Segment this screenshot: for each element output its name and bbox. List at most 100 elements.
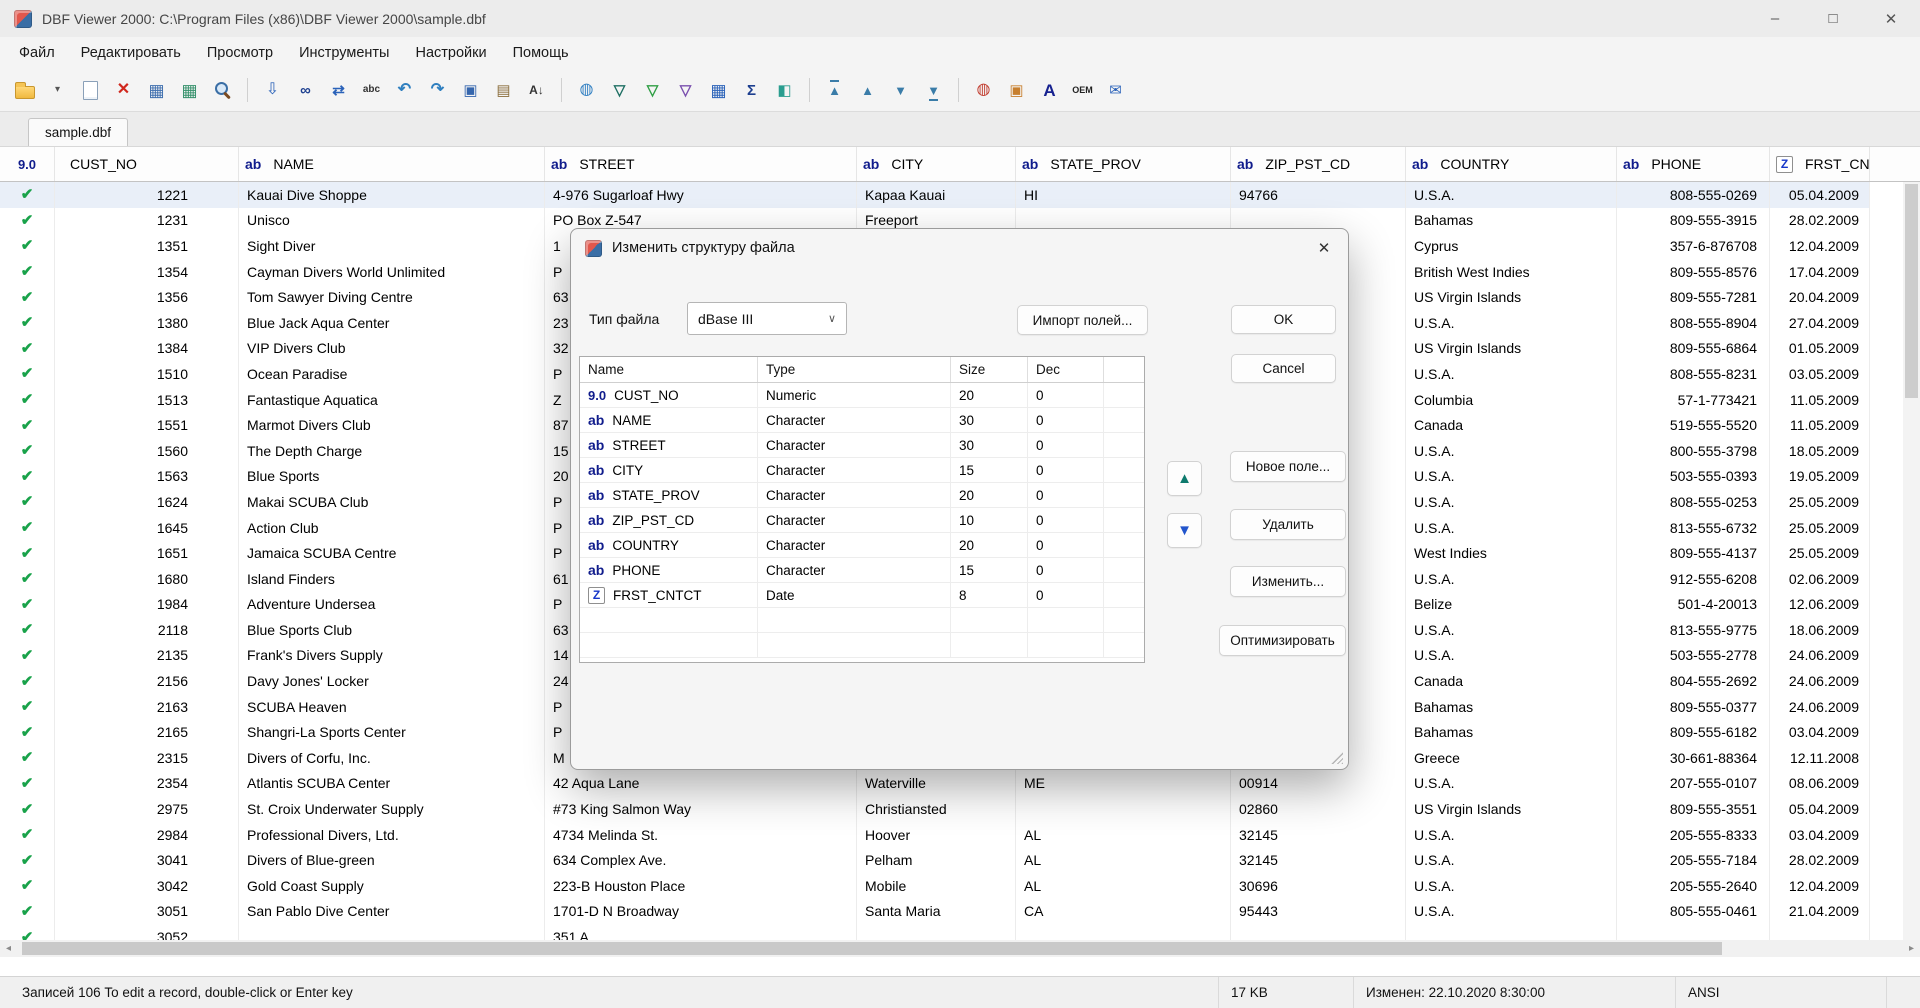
column-header-city[interactable]: abCITY bbox=[857, 147, 1016, 181]
ok-button[interactable]: OK bbox=[1231, 305, 1336, 334]
scroll-right-arrow-icon[interactable]: ▸ bbox=[1903, 940, 1920, 957]
optimize-button[interactable]: Оптимизировать bbox=[1219, 625, 1346, 656]
table-row-2975[interactable]: ✔2975St. Croix Underwater Supply#73 King… bbox=[0, 796, 1870, 822]
menu-tools[interactable]: Инструменты bbox=[286, 37, 402, 69]
move-field-up-button[interactable]: ▲ bbox=[1167, 461, 1202, 496]
open-dropdown-button[interactable]: ▾ bbox=[41, 74, 74, 106]
column-header-zip_pst_cd[interactable]: abZIP_PST_CD bbox=[1231, 147, 1406, 181]
field-row-phone[interactable]: abPHONECharacter150 bbox=[580, 558, 1144, 583]
next-record-button[interactable]: ▼ bbox=[884, 74, 917, 106]
tab-sample-dbf[interactable]: sample.dbf bbox=[28, 118, 128, 146]
field-size-cell: 8 bbox=[951, 583, 1028, 607]
table-row-2354[interactable]: ✔2354Atlantis SCUBA Center42 Aqua LaneWa… bbox=[0, 771, 1870, 797]
menu-help[interactable]: Помощь bbox=[500, 37, 582, 69]
field-row-street[interactable]: abSTREETCharacter300 bbox=[580, 433, 1144, 458]
table-row-3041[interactable]: ✔3041Divers of Blue-green634 Complex Ave… bbox=[0, 847, 1870, 873]
table-row-1221[interactable]: ✔1221Kauai Dive Shoppe4-976 Sugarloaf Hw… bbox=[0, 182, 1870, 208]
field-row-country[interactable]: abCOUNTRYCharacter200 bbox=[580, 533, 1144, 558]
column-header-marker[interactable]: 9.0 bbox=[0, 147, 55, 181]
cancel-button[interactable]: Cancel bbox=[1231, 354, 1336, 383]
new-file-button[interactable] bbox=[74, 74, 107, 106]
menu-settings[interactable]: Настройки bbox=[402, 37, 499, 69]
copy-structure-button[interactable]: ▣ bbox=[1000, 74, 1033, 106]
send-mail-button[interactable]: ✉ bbox=[1099, 74, 1132, 106]
scroll-left-arrow-icon[interactable]: ◂ bbox=[0, 940, 17, 957]
table-row-3042[interactable]: ✔3042Gold Coast Supply223-B Houston Plac… bbox=[0, 873, 1870, 899]
cell-state_prov: AL bbox=[1016, 873, 1231, 899]
field-row-frst_cntct[interactable]: ZFRST_CNTCTDate80 bbox=[580, 583, 1144, 608]
zap-table-button[interactable]: ▦ bbox=[173, 74, 206, 106]
delete-button[interactable]: ✕ bbox=[107, 74, 140, 106]
grid-header: 9.0CUST_NOabNAMEabSTREETabCITYabSTATE_PR… bbox=[0, 146, 1920, 182]
export-web-button[interactable]: ◍ bbox=[967, 74, 1000, 106]
find-button[interactable]: ∞ bbox=[289, 74, 322, 106]
fields-column-header-name[interactable]: Name bbox=[580, 357, 758, 382]
cell-phone: 808-555-8231 bbox=[1617, 361, 1770, 387]
globe-button[interactable]: ◍ bbox=[570, 74, 603, 106]
first-record-button[interactable]: ▲ bbox=[818, 74, 851, 106]
menu-file[interactable]: Файл bbox=[6, 37, 68, 69]
filter-icon: ▽ bbox=[614, 83, 626, 98]
menu-edit[interactable]: Редактировать bbox=[68, 37, 194, 69]
move-field-down-button[interactable]: ▼ bbox=[1167, 513, 1202, 548]
sort-button[interactable]: A↓ bbox=[520, 74, 553, 106]
column-header-phone[interactable]: abPHONE bbox=[1617, 147, 1770, 181]
export-button[interactable]: ⇩ bbox=[256, 74, 289, 106]
column-header-cust_no[interactable]: CUST_NO bbox=[55, 147, 239, 181]
vertical-scrollbar-thumb[interactable] bbox=[1905, 184, 1918, 398]
horizontal-scrollbar-thumb[interactable] bbox=[22, 942, 1722, 955]
cell-name: Blue Sports Club bbox=[239, 617, 545, 643]
file-type-select[interactable]: dBase III ∨ bbox=[687, 302, 847, 335]
font-button[interactable]: A bbox=[1033, 74, 1066, 106]
open-dropdown-icon: ▾ bbox=[55, 85, 60, 95]
field-row-state_prov[interactable]: abSTATE_PROVCharacter200 bbox=[580, 483, 1144, 508]
search-button[interactable] bbox=[206, 74, 239, 106]
new-field-button[interactable]: Новое поле... bbox=[1230, 451, 1346, 482]
record-marker-cell: ✔ bbox=[0, 847, 55, 873]
cell-street: 634 Complex Ave. bbox=[545, 847, 857, 873]
table-row-2984[interactable]: ✔2984Professional Divers, Ltd.4734 Melin… bbox=[0, 822, 1870, 848]
clear-filter-button[interactable]: ◧ bbox=[768, 74, 801, 106]
field-row-name[interactable]: abNAMECharacter300 bbox=[580, 408, 1144, 433]
table-row-3051[interactable]: ✔3051San Pablo Dive Center1701-D N Broad… bbox=[0, 899, 1870, 925]
dialog-close-button[interactable]: ✕ bbox=[1300, 229, 1348, 267]
column-header-name[interactable]: abNAME bbox=[239, 147, 545, 181]
field-row-zip_pst_cd[interactable]: abZIP_PST_CDCharacter100 bbox=[580, 508, 1144, 533]
column-header-state_prov[interactable]: abSTATE_PROV bbox=[1016, 147, 1231, 181]
delete-field-button[interactable]: Удалить bbox=[1230, 509, 1346, 540]
fields-column-header-type[interactable]: Type bbox=[758, 357, 951, 382]
grid-view-button[interactable]: ▦ bbox=[702, 74, 735, 106]
column-header-country[interactable]: abCOUNTRY bbox=[1406, 147, 1617, 181]
edit-field-button[interactable]: Изменить... bbox=[1230, 566, 1346, 597]
prior-record-button[interactable]: ▲ bbox=[851, 74, 884, 106]
undo-button[interactable]: ↶ bbox=[388, 74, 421, 106]
spell-check-button[interactable]: abc bbox=[355, 74, 388, 106]
filter-button[interactable]: ▽ bbox=[603, 74, 636, 106]
paste-button[interactable]: ▤ bbox=[487, 74, 520, 106]
advanced-filter-button[interactable]: ▽ bbox=[669, 74, 702, 106]
maximize-button[interactable]: □ bbox=[1804, 0, 1862, 37]
dialog-resize-grip[interactable] bbox=[1330, 751, 1343, 764]
pack-table-button[interactable]: ▦ bbox=[140, 74, 173, 106]
filter-by-selection-button[interactable]: ▽ bbox=[636, 74, 669, 106]
sum-button[interactable]: Σ bbox=[735, 74, 768, 106]
horizontal-scrollbar[interactable]: ◂ ▸ bbox=[0, 940, 1920, 957]
fields-column-header-size[interactable]: Size bbox=[951, 357, 1028, 382]
fields-column-header-dec[interactable]: Dec bbox=[1028, 357, 1104, 382]
minimize-button[interactable]: – bbox=[1746, 0, 1804, 37]
copy-button[interactable]: ▣ bbox=[454, 74, 487, 106]
close-button[interactable]: ✕ bbox=[1862, 0, 1920, 37]
field-row-city[interactable]: abCITYCharacter150 bbox=[580, 458, 1144, 483]
import-fields-button[interactable]: Импорт полей... bbox=[1017, 305, 1148, 335]
menu-view[interactable]: Просмотр bbox=[194, 37, 286, 69]
field-row-cust_no[interactable]: 9.0CUST_NONumeric200 bbox=[580, 383, 1144, 408]
redo-button[interactable]: ↷ bbox=[421, 74, 454, 106]
table-row-3052[interactable]: ✔3052351 A bbox=[0, 924, 1870, 940]
oem-button[interactable]: OEM bbox=[1066, 74, 1099, 106]
column-header-street[interactable]: abSTREET bbox=[545, 147, 857, 181]
last-record-button[interactable]: ▼ bbox=[917, 74, 950, 106]
replace-button[interactable]: ⇄ bbox=[322, 74, 355, 106]
column-header-frst_cntct[interactable]: ZFRST_CNTCT bbox=[1770, 147, 1870, 181]
vertical-scrollbar[interactable] bbox=[1903, 182, 1920, 940]
open-file-button[interactable] bbox=[8, 74, 41, 106]
